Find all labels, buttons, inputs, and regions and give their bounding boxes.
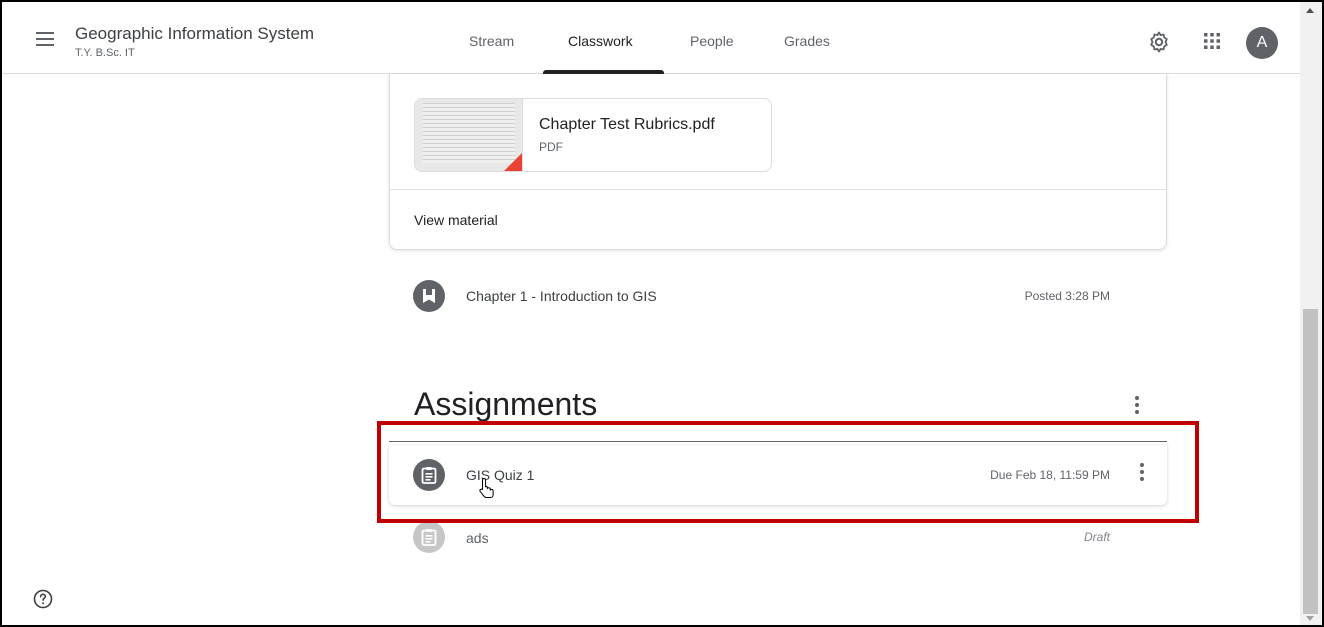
class-subtitle: T.Y. B.Sc. IT	[75, 47, 135, 59]
pdf-thumbnail	[415, 99, 523, 171]
apps-grid-icon[interactable]	[1203, 32, 1221, 55]
menu-icon[interactable]	[36, 32, 54, 46]
material-card: Chapter Test Rubrics.pdf PDF View materi…	[389, 74, 1167, 250]
scroll-down-arrow-icon[interactable]	[1306, 616, 1314, 621]
pdf-corner-icon	[504, 153, 522, 171]
divider	[390, 189, 1166, 190]
gear-icon[interactable]	[1147, 30, 1171, 59]
due-date: Due Feb 18, 11:59 PM	[990, 468, 1110, 482]
more-options-icon[interactable]	[1134, 463, 1150, 485]
tab-people[interactable]: People	[690, 33, 734, 49]
tab-classwork[interactable]: Classwork	[568, 33, 633, 49]
posted-time: Posted 3:28 PM	[1024, 289, 1110, 303]
tab-stream[interactable]: Stream	[469, 33, 514, 49]
scroll-thumb[interactable]	[1303, 309, 1318, 614]
section-title: Assignments	[414, 386, 598, 422]
attachment-type: PDF	[539, 140, 563, 154]
material-title: Chapter 1 - Introduction to GIS	[466, 288, 657, 304]
assignment-icon	[413, 521, 445, 553]
vertical-scrollbar[interactable]	[1300, 2, 1322, 625]
attachment-pdf[interactable]: Chapter Test Rubrics.pdf PDF	[414, 98, 772, 172]
view-material-link[interactable]: View material	[414, 212, 498, 228]
assignment-row[interactable]: GIS Quiz 1 Due Feb 18, 11:59 PM	[389, 445, 1167, 505]
account-avatar[interactable]: A	[1246, 27, 1278, 59]
help-icon[interactable]	[33, 589, 53, 609]
assignment-title: GIS Quiz 1	[466, 467, 535, 483]
class-title[interactable]: Geographic Information System	[75, 24, 314, 44]
draft-label: Draft	[1083, 530, 1110, 544]
attachment-name: Chapter Test Rubrics.pdf	[539, 116, 715, 133]
scroll-up-arrow-icon[interactable]	[1306, 8, 1314, 13]
bookmark-icon	[413, 280, 445, 312]
assignment-title: ads	[466, 530, 489, 546]
tab-grades[interactable]: Grades	[784, 33, 830, 49]
app-header: Geographic Information System T.Y. B.Sc.…	[2, 2, 1300, 74]
section-divider	[389, 441, 1167, 442]
assignment-icon	[413, 459, 445, 491]
section-more-options-icon[interactable]	[1129, 396, 1145, 420]
material-row[interactable]: Chapter 1 - Introduction to GIS Posted 3…	[389, 266, 1167, 330]
assignment-row-draft[interactable]: ads Draft	[389, 505, 1167, 565]
